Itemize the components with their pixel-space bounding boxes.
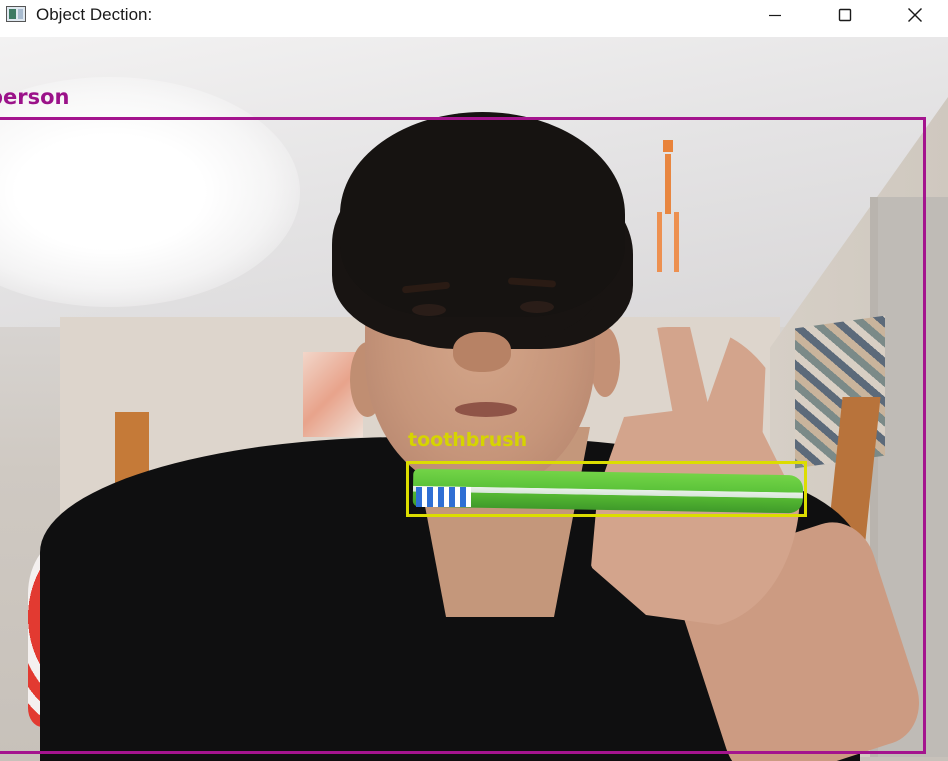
- close-button[interactable]: [892, 0, 938, 30]
- maximize-button[interactable]: [822, 0, 868, 30]
- title-bar: Object Dection:: [0, 0, 948, 37]
- close-icon: [908, 8, 922, 22]
- person-label: person: [0, 85, 70, 109]
- maximize-icon: [838, 8, 852, 22]
- minimize-icon: [769, 14, 781, 17]
- app-window-icon: [6, 6, 26, 22]
- minimize-button[interactable]: [752, 0, 798, 30]
- toothbrush-label: toothbrush: [408, 429, 528, 451]
- toothbrush-bounding-box: [406, 461, 807, 517]
- window-title: Object Dection:: [36, 5, 153, 24]
